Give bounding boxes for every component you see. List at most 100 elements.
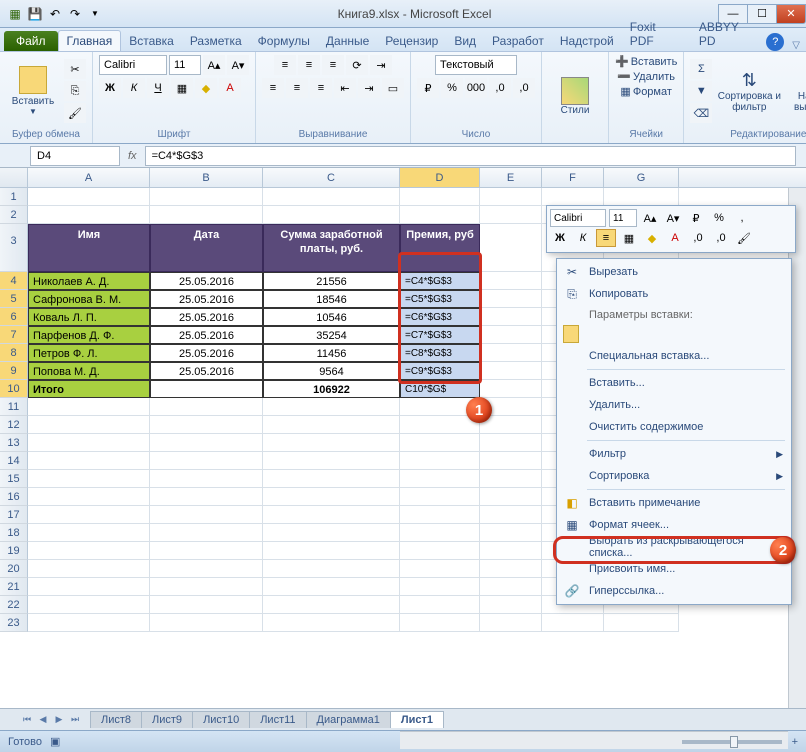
mini-fill-color-icon[interactable]: ◆ xyxy=(642,229,662,247)
th-bonus[interactable]: Премия, руб xyxy=(400,224,480,272)
merge-icon[interactable]: ▭ xyxy=(382,78,404,98)
cell[interactable] xyxy=(400,578,480,596)
col-header-E[interactable]: E xyxy=(480,168,542,187)
col-header-C[interactable]: C xyxy=(263,168,400,187)
align-bottom-icon[interactable]: ≡ xyxy=(322,55,344,75)
cell-salary[interactable]: 9564 xyxy=(263,362,400,380)
cell-name[interactable]: Николаев А. Д. xyxy=(28,272,150,290)
cell-name[interactable]: Коваль Л. П. xyxy=(28,308,150,326)
cut-icon[interactable]: ✂ xyxy=(64,59,86,79)
cell-bonus[interactable]: =C9*$G$3 xyxy=(400,362,480,380)
cell-name[interactable]: Парфенов Д. Ф. xyxy=(28,326,150,344)
cell[interactable] xyxy=(400,416,480,434)
col-header-B[interactable]: B xyxy=(150,168,263,187)
cell[interactable] xyxy=(480,614,542,632)
cell[interactable] xyxy=(150,506,263,524)
ctx-cut[interactable]: ✂Вырезать xyxy=(559,261,789,283)
cell-date[interactable]: 25.05.2016 xyxy=(150,290,263,308)
cell[interactable] xyxy=(150,596,263,614)
sheet-tab[interactable]: Лист8 xyxy=(90,711,142,728)
sheet-nav-last-icon[interactable]: ⏭ xyxy=(68,713,82,727)
cell[interactable] xyxy=(480,362,542,380)
dec-decimal-icon[interactable]: ,0 xyxy=(513,78,535,98)
cell[interactable] xyxy=(400,452,480,470)
zoom-thumb[interactable] xyxy=(730,736,738,748)
cell[interactable] xyxy=(542,188,604,206)
mini-italic-icon[interactable]: К xyxy=(573,229,593,247)
select-all-corner[interactable] xyxy=(0,168,28,187)
cell[interactable] xyxy=(28,596,150,614)
cell[interactable] xyxy=(480,224,542,272)
inc-decimal-icon[interactable]: ,0 xyxy=(489,78,511,98)
row-header[interactable]: 14 xyxy=(0,452,28,470)
cell[interactable] xyxy=(400,470,480,488)
mini-bold-icon[interactable]: Ж xyxy=(550,229,570,247)
mini-inc-decimal-icon[interactable]: ,0 xyxy=(688,229,708,247)
cell[interactable] xyxy=(28,578,150,596)
col-header-D[interactable]: D xyxy=(400,168,480,187)
align-right-icon[interactable]: ≡ xyxy=(310,78,332,98)
cell-salary[interactable]: 10546 xyxy=(263,308,400,326)
row-header[interactable]: 8 xyxy=(0,344,28,362)
row-header[interactable]: 9 xyxy=(0,362,28,380)
underline-icon[interactable]: Ч xyxy=(147,78,169,98)
cell[interactable] xyxy=(263,596,400,614)
autosum-icon[interactable]: Σ xyxy=(690,59,712,79)
ctx-comment[interactable]: ◧Вставить примечание xyxy=(559,492,789,514)
wrap-text-icon[interactable]: ⇥ xyxy=(370,55,392,75)
font-size-combo[interactable]: 11 xyxy=(169,55,201,75)
paste-button[interactable]: Вставить ▼ xyxy=(6,57,60,125)
cell[interactable] xyxy=(480,344,542,362)
format-cells-button[interactable]: ▦Формат xyxy=(620,85,671,98)
border-icon[interactable]: ▦ xyxy=(171,78,193,98)
cell[interactable] xyxy=(28,488,150,506)
ctx-copy[interactable]: ⎘Копировать xyxy=(559,283,789,305)
cell[interactable] xyxy=(150,416,263,434)
tab-insert[interactable]: Вставка xyxy=(121,31,182,51)
cell[interactable] xyxy=(400,614,480,632)
cell[interactable] xyxy=(263,434,400,452)
cell[interactable] xyxy=(480,560,542,578)
file-tab[interactable]: Файл xyxy=(4,31,58,51)
mini-comma-icon[interactable]: , xyxy=(732,209,752,227)
row-header[interactable]: 11 xyxy=(0,398,28,416)
align-middle-icon[interactable]: ≡ xyxy=(298,55,320,75)
cell-salary[interactable]: 11456 xyxy=(263,344,400,362)
sheet-tab[interactable]: Лист9 xyxy=(141,711,193,728)
cell[interactable] xyxy=(28,614,150,632)
row-header[interactable]: 17 xyxy=(0,506,28,524)
ctx-paste-option[interactable] xyxy=(559,323,789,345)
cell[interactable] xyxy=(28,506,150,524)
cell[interactable] xyxy=(400,188,480,206)
cell[interactable] xyxy=(150,578,263,596)
cell[interactable] xyxy=(400,560,480,578)
cell-total-label[interactable]: Итого xyxy=(28,380,150,398)
cell[interactable] xyxy=(480,452,542,470)
save-icon[interactable]: 💾 xyxy=(26,5,44,23)
cell-date[interactable]: 25.05.2016 xyxy=(150,344,263,362)
row-header[interactable]: 19 xyxy=(0,542,28,560)
cell-bonus[interactable]: =C8*$G$3 xyxy=(400,344,480,362)
mini-format-painter-icon[interactable]: 🖌 xyxy=(734,229,754,247)
row-header[interactable]: 5 xyxy=(0,290,28,308)
cell[interactable] xyxy=(480,542,542,560)
ctx-clear[interactable]: Очистить содержимое xyxy=(559,416,789,438)
sheet-tab-active[interactable]: Лист1 xyxy=(390,711,444,728)
sort-filter-button[interactable]: ⇅ Сортировка и фильтр xyxy=(716,57,782,125)
cell-name[interactable]: Петров Ф. Л. xyxy=(28,344,150,362)
cell-bonus[interactable]: =C7*$G$3 xyxy=(400,326,480,344)
cell[interactable] xyxy=(263,452,400,470)
ctx-dropdown-list[interactable]: Выбрать из раскрывающегося списка... xyxy=(559,536,789,558)
delete-cells-button[interactable]: ➖Удалить xyxy=(617,70,675,83)
cell[interactable] xyxy=(263,488,400,506)
cell[interactable] xyxy=(263,542,400,560)
row-header[interactable]: 10 xyxy=(0,380,28,398)
row-header[interactable]: 12 xyxy=(0,416,28,434)
cell[interactable] xyxy=(400,206,480,224)
number-format-combo[interactable]: Текстовый xyxy=(435,55,517,75)
mini-currency-icon[interactable]: ₽ xyxy=(686,209,706,227)
tab-formulas[interactable]: Формулы xyxy=(250,31,318,51)
cell-salary[interactable]: 18546 xyxy=(263,290,400,308)
cell[interactable] xyxy=(480,416,542,434)
cell[interactable] xyxy=(28,452,150,470)
